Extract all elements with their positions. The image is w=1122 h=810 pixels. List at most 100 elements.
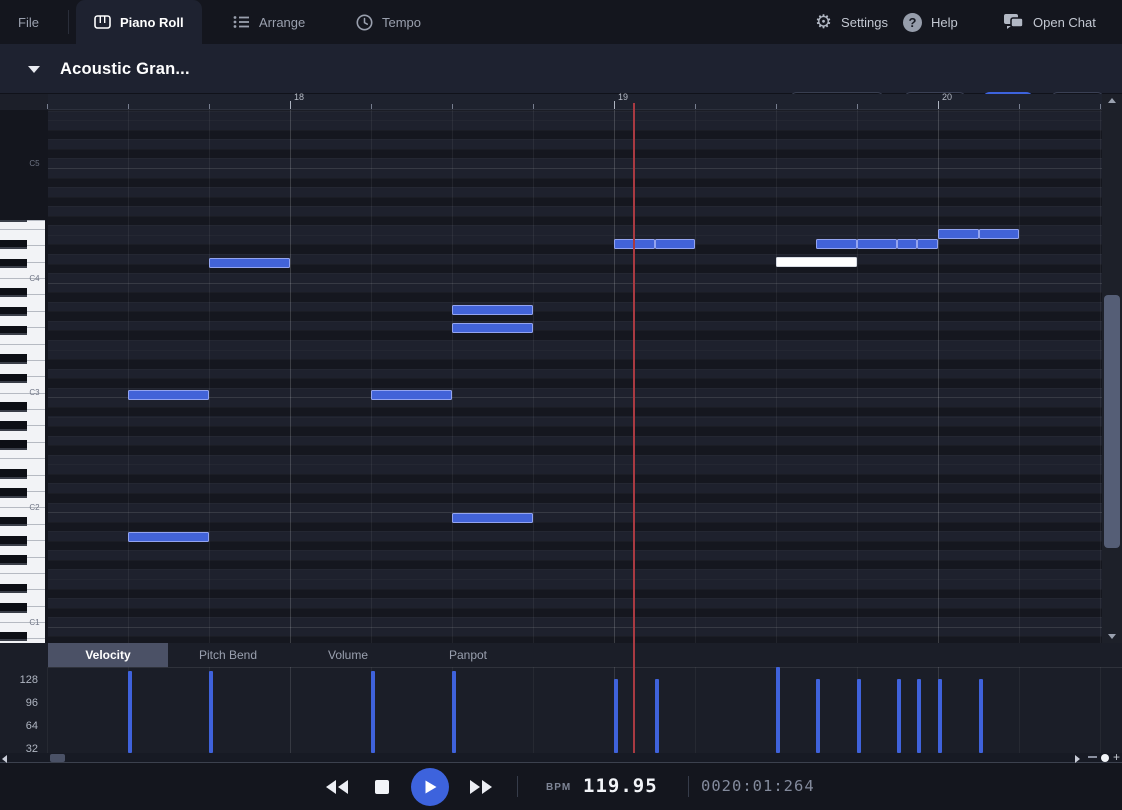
black-key[interactable] [0, 469, 27, 479]
grid-row-black [48, 149, 1102, 159]
velocity-bar[interactable] [371, 671, 375, 754]
velocity-bar[interactable] [209, 671, 213, 754]
open-chat-button[interactable]: Open Chat [1003, 0, 1096, 44]
grid-row-white [48, 598, 1102, 608]
midi-note[interactable] [655, 239, 695, 249]
octave-line [48, 627, 1102, 628]
transport-divider [517, 776, 518, 797]
measure-tick [290, 101, 291, 109]
velocity-bar[interactable] [776, 667, 780, 753]
horizontal-scrollbar[interactable]: + [0, 753, 1122, 763]
zoom-in-icon[interactable]: + [1113, 752, 1120, 762]
midi-note[interactable] [371, 390, 452, 400]
midi-note-selected[interactable] [776, 257, 857, 267]
settings-label: Settings [841, 15, 888, 30]
black-key[interactable] [0, 220, 27, 222]
black-key[interactable] [0, 374, 27, 384]
file-menu[interactable]: File [18, 0, 39, 44]
horizontal-scroll-thumb[interactable] [50, 754, 65, 762]
black-key[interactable] [0, 402, 27, 412]
settings-button[interactable]: ⚙ Settings [815, 0, 888, 44]
black-key[interactable] [0, 240, 27, 250]
black-key[interactable] [0, 354, 27, 364]
bpm-value[interactable]: 119.95 [583, 775, 658, 797]
controller-tab-volume[interactable]: Volume [288, 643, 408, 667]
black-key[interactable] [0, 603, 27, 613]
black-key[interactable] [0, 488, 27, 498]
midi-note[interactable] [938, 229, 979, 239]
octave-line [48, 168, 1102, 169]
controller-tab-panpot[interactable]: Panpot [408, 643, 528, 667]
controller-tab-pitch-bend[interactable]: Pitch Bend [168, 643, 288, 667]
timeline-ruler[interactable]: 181920 [48, 94, 1102, 110]
velocity-bar[interactable] [128, 671, 132, 754]
black-key[interactable] [0, 555, 27, 565]
controller-tab-velocity[interactable]: Velocity [48, 643, 168, 667]
black-key[interactable] [0, 517, 27, 527]
midi-note[interactable] [816, 239, 857, 249]
piano-keyboard[interactable]: C5C4C3C2C1 [0, 110, 48, 643]
black-key[interactable] [0, 259, 27, 269]
black-key[interactable] [0, 307, 27, 317]
velocity-bar[interactable] [452, 671, 456, 754]
black-key[interactable] [0, 326, 27, 336]
play-button[interactable] [411, 768, 449, 806]
tab-piano-roll[interactable]: Piano Roll [76, 0, 202, 44]
grid-row-black [48, 378, 1102, 388]
grid-row-black [48, 589, 1102, 599]
black-key[interactable] [0, 440, 27, 450]
beat-tick [1100, 104, 1101, 109]
vertical-scrollbar[interactable] [1102, 94, 1122, 643]
zoom-out-icon[interactable] [1088, 756, 1097, 758]
velocity-bar[interactable] [979, 679, 983, 753]
vertical-scroll-thumb[interactable] [1104, 295, 1120, 548]
tab-arrange[interactable]: Arrange [215, 0, 323, 44]
midi-note[interactable] [917, 239, 938, 249]
velocity-bar[interactable] [614, 679, 618, 753]
stop-button[interactable] [375, 780, 389, 794]
instrument-name[interactable]: Acoustic Gran... [60, 44, 190, 94]
black-key[interactable] [0, 536, 27, 546]
velocity-bar[interactable] [857, 679, 861, 753]
tab-tempo[interactable]: Tempo [338, 0, 439, 44]
beat-line [533, 667, 534, 753]
midi-note[interactable] [209, 258, 290, 268]
scroll-down-icon[interactable] [1108, 634, 1116, 639]
grid-row-white [48, 283, 1102, 293]
midi-note[interactable] [452, 323, 533, 333]
black-key[interactable] [0, 421, 27, 431]
velocity-bar[interactable] [897, 679, 901, 753]
black-key[interactable] [0, 584, 27, 594]
midi-note[interactable] [857, 239, 897, 249]
midi-note[interactable] [979, 229, 1019, 239]
instrument-dropdown-caret[interactable] [28, 66, 40, 73]
black-key[interactable] [0, 632, 27, 642]
scroll-right-icon[interactable] [1075, 755, 1080, 763]
scroll-left-icon[interactable] [2, 755, 7, 763]
velocity-bar[interactable] [917, 679, 921, 753]
velocity-bar[interactable] [938, 679, 942, 753]
piano-roll-app: File Piano Roll Arrange Te [0, 0, 1122, 810]
zoom-reset-handle[interactable] [1101, 754, 1109, 762]
grid-row-white [48, 187, 1102, 197]
black-key[interactable] [0, 288, 27, 298]
velocity-bar[interactable] [655, 679, 659, 753]
playhead[interactable] [633, 103, 635, 753]
midi-note[interactable] [452, 305, 533, 315]
help-button[interactable]: ? Help [903, 0, 958, 44]
midi-note[interactable] [452, 513, 533, 523]
beat-line [776, 110, 777, 643]
grid-row-white [48, 436, 1102, 446]
midi-note[interactable] [897, 239, 917, 249]
grid-row-black [48, 178, 1102, 188]
midi-note[interactable] [128, 390, 209, 400]
midi-note[interactable] [128, 532, 209, 542]
fast-forward-button[interactable] [468, 779, 494, 795]
note-grid[interactable] [48, 110, 1102, 643]
velocity-bar[interactable] [816, 679, 820, 753]
beat-line [47, 667, 48, 753]
scroll-up-icon[interactable] [1108, 98, 1116, 103]
grid-row-black [48, 636, 1102, 643]
grid-row-black [48, 130, 1102, 140]
rewind-button[interactable] [324, 779, 350, 795]
